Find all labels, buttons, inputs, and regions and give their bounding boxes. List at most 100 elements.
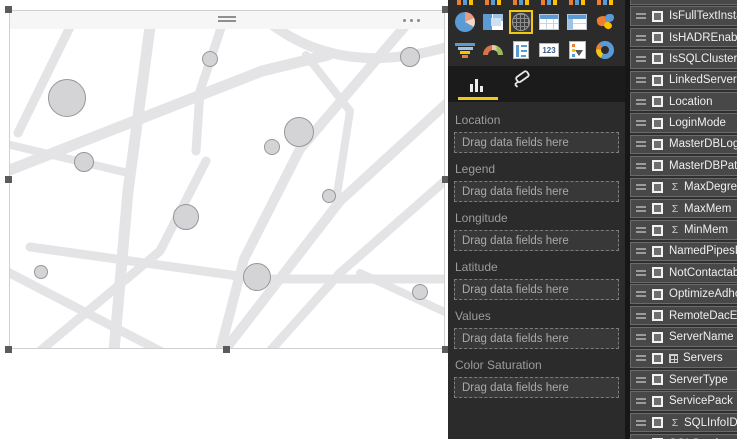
resize-handle-middle-left[interactable] <box>5 175 12 183</box>
map-icon[interactable] <box>509 10 533 34</box>
field-checkbox[interactable] <box>652 96 663 108</box>
field-row-partial[interactable] <box>630 0 737 5</box>
map-bubble[interactable] <box>243 263 271 291</box>
drag-handle-icon[interactable] <box>636 376 646 383</box>
drag-grip-icon[interactable] <box>218 16 236 23</box>
field-checkbox[interactable] <box>652 288 663 300</box>
card-icon[interactable]: 123 <box>537 38 561 62</box>
drag-handle-icon[interactable] <box>636 227 646 234</box>
visual-type-icon-partial[interactable] <box>593 0 617 6</box>
map-bubble[interactable] <box>173 204 199 230</box>
drag-handle-icon[interactable] <box>636 55 646 62</box>
field-checkbox[interactable] <box>652 181 663 193</box>
visual-type-icon-partial[interactable] <box>481 0 505 6</box>
field-checkbox[interactable] <box>652 224 663 236</box>
field-checkbox[interactable] <box>652 352 663 364</box>
map-bubble[interactable] <box>412 284 428 300</box>
field-row[interactable]: IsFullTextInstalled <box>630 6 737 26</box>
drag-handle-icon[interactable] <box>636 334 646 340</box>
map-bubble[interactable] <box>322 189 336 203</box>
well-dropzone[interactable]: Drag data fields here <box>454 230 619 251</box>
field-row[interactable]: SQLService <box>630 434 737 439</box>
drag-handle-icon[interactable] <box>636 141 646 148</box>
resize-handle-bottom-left[interactable] <box>5 346 12 353</box>
drag-handle-icon[interactable] <box>636 34 646 41</box>
field-row[interactable]: IsSQLClustered <box>630 49 737 69</box>
drag-handle-icon[interactable] <box>636 312 646 319</box>
field-checkbox[interactable] <box>652 374 663 386</box>
drag-handle-icon[interactable] <box>636 291 646 298</box>
matrix-icon[interactable] <box>565 10 589 34</box>
field-row[interactable]: Σ MaxMem <box>630 198 737 219</box>
field-row[interactable]: Servers <box>630 348 737 369</box>
field-row[interactable]: Σ MinMem <box>630 220 737 240</box>
drag-handle-icon[interactable] <box>636 355 646 362</box>
field-checkbox[interactable] <box>652 10 663 22</box>
drag-handle-icon[interactable] <box>636 98 646 105</box>
field-row[interactable]: Location <box>630 91 737 112</box>
field-checkbox[interactable] <box>652 32 663 44</box>
ellipsis-menu-icon[interactable] <box>403 19 420 22</box>
field-checkbox[interactable] <box>652 53 663 65</box>
map-bubble[interactable] <box>284 117 314 147</box>
fields-tab[interactable] <box>462 72 490 96</box>
field-checkbox[interactable] <box>652 117 663 129</box>
map-bubble[interactable] <box>202 51 218 67</box>
visual-type-icon-partial[interactable] <box>537 0 561 6</box>
pie-chart-icon[interactable] <box>453 10 477 34</box>
field-checkbox[interactable] <box>652 395 663 407</box>
visual-type-icon-partial[interactable] <box>509 0 533 6</box>
map-bubble[interactable] <box>74 152 94 172</box>
map-visual[interactable] <box>5 6 449 353</box>
drag-handle-icon[interactable] <box>636 248 646 255</box>
multi-row-card-icon[interactable] <box>509 38 533 62</box>
drag-handle-icon[interactable] <box>636 77 646 84</box>
field-row[interactable]: LoginMode <box>630 113 737 133</box>
drag-handle-icon[interactable] <box>636 398 646 405</box>
treemap-icon[interactable] <box>481 10 505 34</box>
field-row[interactable]: OptimizeAdhocWorkloads <box>630 284 737 304</box>
field-row[interactable]: NotContactable <box>630 263 737 283</box>
drag-handle-icon[interactable] <box>636 120 646 127</box>
field-row[interactable]: ServerName <box>630 327 737 347</box>
field-checkbox[interactable] <box>652 160 663 172</box>
field-checkbox[interactable] <box>652 331 663 343</box>
map-bubble[interactable] <box>34 265 48 279</box>
table-icon[interactable] <box>537 10 561 34</box>
field-checkbox[interactable] <box>652 310 663 322</box>
field-row[interactable]: IsHADREnabled <box>630 27 737 48</box>
filled-map-icon[interactable] <box>593 10 617 34</box>
field-checkbox[interactable] <box>652 417 663 429</box>
donut-chart-icon[interactable] <box>593 38 617 62</box>
field-row[interactable]: RemoteDacEnabled <box>630 305 737 326</box>
drag-handle-icon[interactable] <box>636 419 646 426</box>
field-row[interactable]: ServicePack <box>630 391 737 411</box>
field-row[interactable]: Σ MaxDegreeOfParallelism <box>630 177 737 198</box>
visual-type-icon-partial[interactable] <box>453 0 477 6</box>
well-dropzone[interactable]: Drag data fields here <box>454 377 619 398</box>
drag-handle-icon[interactable] <box>636 269 646 276</box>
map-bubble[interactable] <box>48 79 86 117</box>
field-row[interactable]: NamedPipesEnabled <box>630 241 737 262</box>
funnel-icon[interactable] <box>453 38 477 62</box>
field-row[interactable]: MasterDBLogPath <box>630 134 737 155</box>
field-row[interactable]: Σ SQLInfoID <box>630 412 737 433</box>
format-tab[interactable] <box>508 70 536 96</box>
map-bubble[interactable] <box>400 47 420 67</box>
drag-handle-icon[interactable] <box>636 13 646 20</box>
report-canvas[interactable] <box>0 0 449 439</box>
slicer-icon[interactable] <box>565 38 589 62</box>
resize-handle-top-left[interactable] <box>5 6 12 13</box>
drag-handle-icon[interactable] <box>636 205 646 212</box>
field-row[interactable]: LinkedServers <box>630 70 737 91</box>
visual-type-icon-partial[interactable] <box>565 0 589 6</box>
field-row[interactable]: ServerType <box>630 370 737 390</box>
field-checkbox[interactable] <box>652 74 663 86</box>
drag-handle-icon[interactable] <box>636 184 646 191</box>
drag-handle-icon[interactable] <box>636 162 646 169</box>
gauge-icon[interactable] <box>481 38 505 62</box>
well-dropzone[interactable]: Drag data fields here <box>454 328 619 349</box>
field-checkbox[interactable] <box>652 203 663 215</box>
field-checkbox[interactable] <box>652 267 663 279</box>
field-row[interactable]: MasterDBPath <box>630 156 737 176</box>
